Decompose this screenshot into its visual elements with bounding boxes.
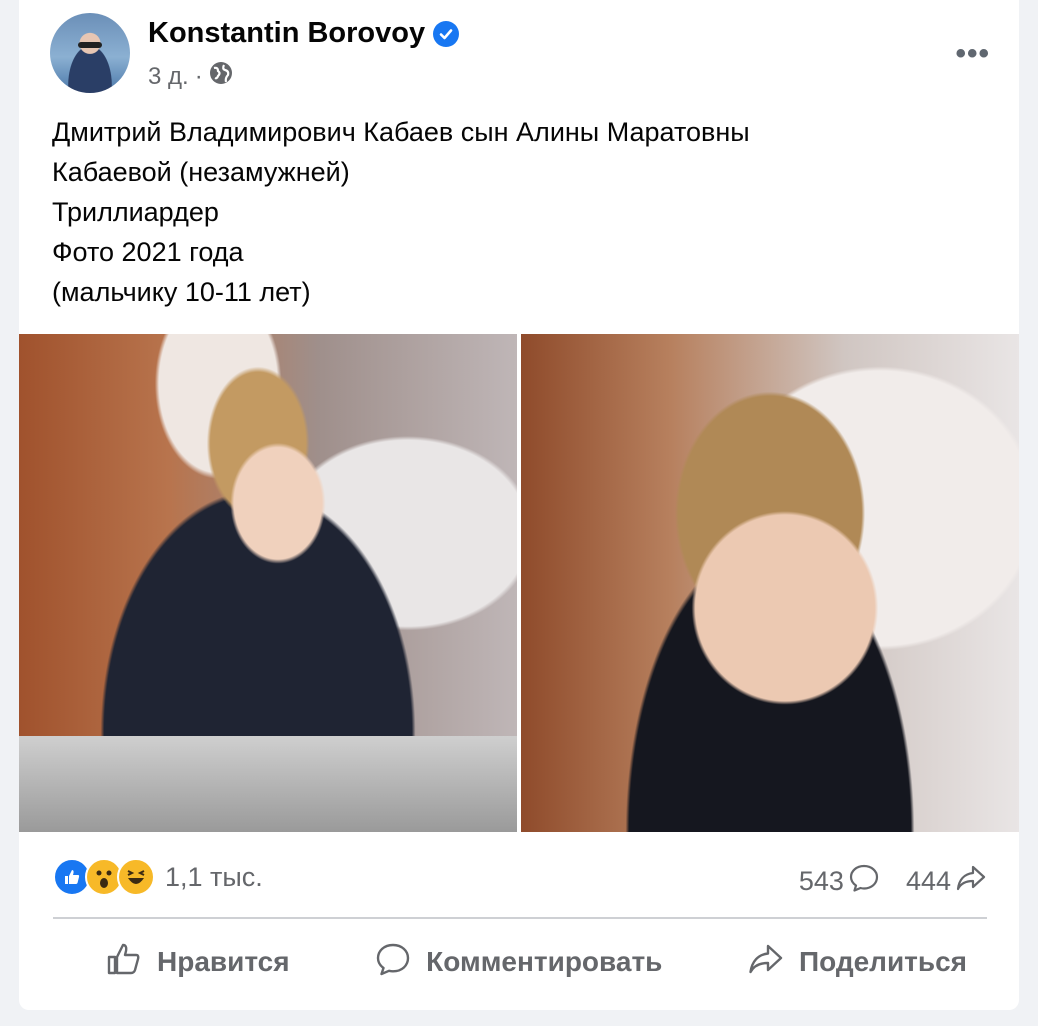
post-stats: 1,1 тыс. 543 444 <box>53 852 987 902</box>
share-button[interactable]: Поделиться <box>747 940 967 985</box>
post-text-line: Триллиардер <box>52 197 219 227</box>
author-row: Konstantin Borovoy <box>148 17 460 50</box>
post-text-line: Кабаевой (незамужней) <box>52 157 350 187</box>
author-name[interactable]: Konstantin Borovoy <box>148 17 425 50</box>
engagement-counts: 543 444 <box>799 862 987 901</box>
photo-ledge <box>19 736 517 832</box>
avatar-glasses <box>78 42 102 48</box>
share-arrow-icon <box>747 940 785 985</box>
reactions-summary[interactable]: 1,1 тыс. <box>53 858 263 896</box>
comment-button[interactable]: Комментировать <box>374 940 662 985</box>
comments-stat[interactable]: 543 <box>799 862 880 901</box>
share-button-label: Поделиться <box>798 946 967 977</box>
comment-icon <box>848 862 880 901</box>
stats-divider <box>53 917 987 919</box>
photo-grid <box>19 334 1019 832</box>
post-photo-1[interactable] <box>19 334 517 832</box>
avatar[interactable] <box>50 13 130 93</box>
shares-count: 444 <box>905 866 951 896</box>
post-text: Дмитрий Владимирович Кабаев сын Алины Ма… <box>52 112 952 312</box>
shares-stat[interactable]: 444 <box>906 862 987 901</box>
post-header: Konstantin Borovoy 3 д. · ••• <box>50 13 990 95</box>
post-timestamp[interactable]: 3 д. <box>148 63 189 91</box>
post-photo-2[interactable] <box>521 334 1019 832</box>
post-actions: Нравится Комментировать Поделиться <box>53 930 987 994</box>
verified-badge-icon <box>433 20 460 47</box>
haha-reaction-icon <box>117 858 155 896</box>
more-options-icon[interactable]: ••• <box>955 37 990 71</box>
thumbs-up-icon <box>105 940 143 985</box>
post-text-line: Дмитрий Владимирович Кабаев сын Алины Ма… <box>52 117 750 147</box>
post-meta: 3 д. · <box>148 61 233 92</box>
meta-separator: · <box>194 62 203 90</box>
share-icon <box>955 862 987 901</box>
post-card: Konstantin Borovoy 3 д. · ••• Дмитрий Вл… <box>19 0 1019 1010</box>
post-text-line: (мальчику 10-11 лет) <box>52 277 311 307</box>
like-button[interactable]: Нравится <box>105 940 290 985</box>
comment-button-label: Комментировать <box>426 946 663 977</box>
comment-bubble-icon <box>374 940 412 985</box>
comments-count: 543 <box>798 866 844 896</box>
post-text-line: Фото 2021 года <box>52 237 244 267</box>
like-button-label: Нравится <box>157 946 290 977</box>
reactions-count: 1,1 тыс. <box>165 861 263 892</box>
globe-icon <box>209 61 233 92</box>
